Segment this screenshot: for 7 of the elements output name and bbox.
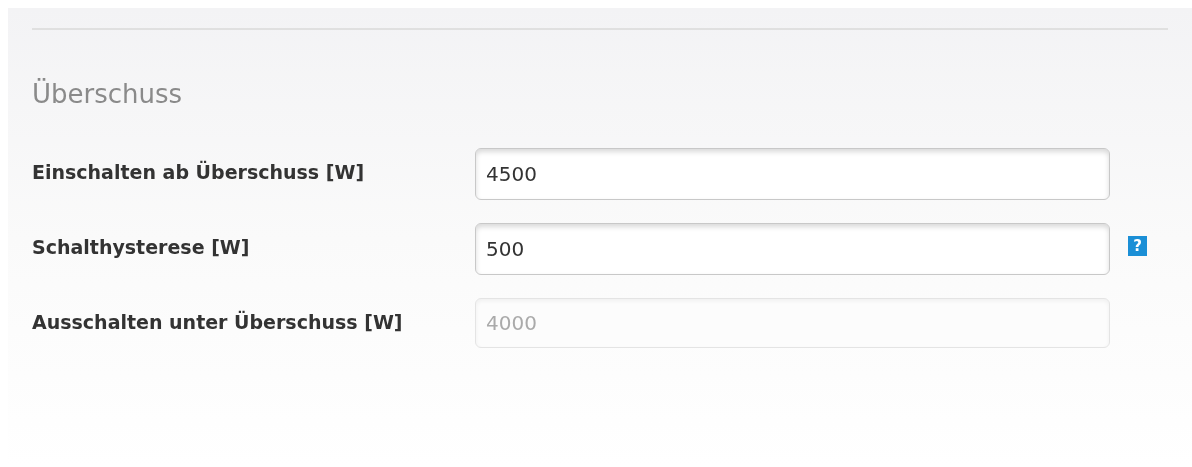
field-label: Einschalten ab Überschuss [W] (32, 159, 366, 185)
input-field[interactable]: 500 (475, 223, 1110, 275)
field-label: Ausschalten unter Überschuss [W] (32, 309, 404, 335)
help-icon[interactable]: ? (1128, 236, 1147, 256)
field-label: Schalthysterese [W] (32, 235, 251, 260)
input-field[interactable]: 4500 (475, 148, 1110, 200)
section-title: Überschuss (32, 77, 184, 111)
